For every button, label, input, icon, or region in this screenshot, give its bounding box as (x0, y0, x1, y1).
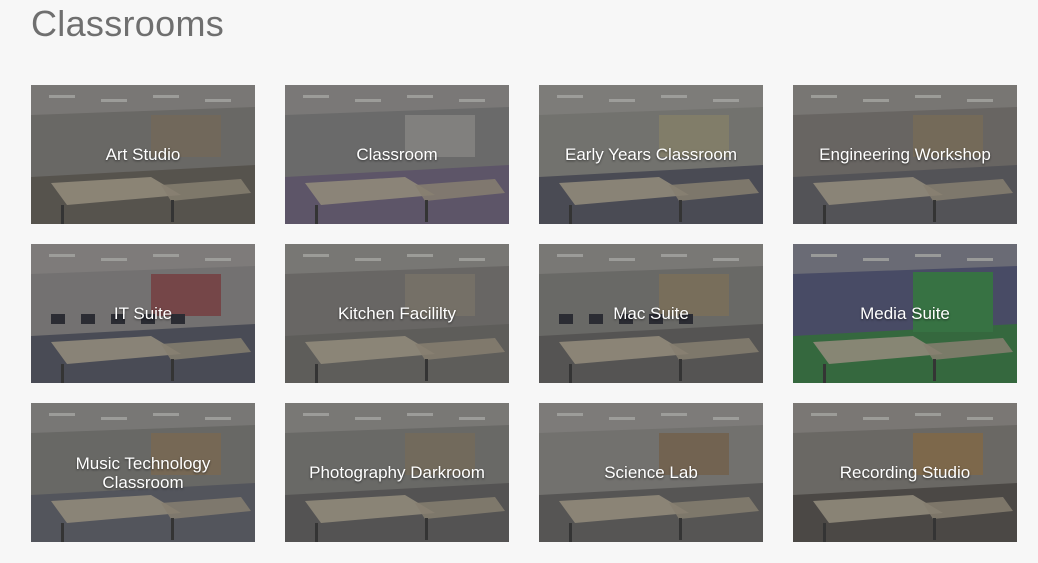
tile-recording-studio[interactable]: Recording Studio (793, 403, 1017, 542)
tile-engineering-workshop[interactable]: Engineering Workshop (793, 85, 1017, 224)
tile-label: Early Years Classroom (565, 145, 737, 164)
page-title: Classrooms (31, 3, 225, 44)
tile-classroom[interactable]: Classroom (285, 85, 509, 224)
tile-label: Engineering Workshop (819, 145, 991, 164)
tile-label: Mac Suite (613, 304, 689, 323)
tile-media-suite[interactable]: Media Suite (793, 244, 1017, 383)
tile-science-lab[interactable]: Science Lab (539, 403, 763, 542)
tile-label: Recording Studio (839, 463, 971, 482)
tile-label: Photography Darkroom (309, 463, 485, 482)
tile-mac-suite[interactable]: Mac Suite (539, 244, 763, 383)
tile-photography-darkroom[interactable]: Photography Darkroom (285, 403, 509, 542)
tile-it-suite[interactable]: IT Suite (31, 244, 255, 383)
tile-label: IT Suite (113, 304, 173, 323)
tile-label: Kitchen Facililty (337, 304, 457, 323)
tile-label: Science Lab (604, 463, 698, 482)
tile-label: Music Technology Classroom (75, 453, 211, 492)
tile-music-technology-classroom[interactable]: Music Technology Classroom (31, 403, 255, 542)
tile-kitchen-facility[interactable]: Kitchen Facililty (285, 244, 509, 383)
classroom-grid: Art Studio Classroom Early Years Classro… (31, 85, 1017, 542)
tile-label: Media Suite (860, 304, 950, 323)
tile-label: Art Studio (105, 145, 181, 164)
tile-label: Classroom (356, 145, 438, 164)
tile-art-studio[interactable]: Art Studio (31, 85, 255, 224)
tile-early-years-classroom[interactable]: Early Years Classroom (539, 85, 763, 224)
